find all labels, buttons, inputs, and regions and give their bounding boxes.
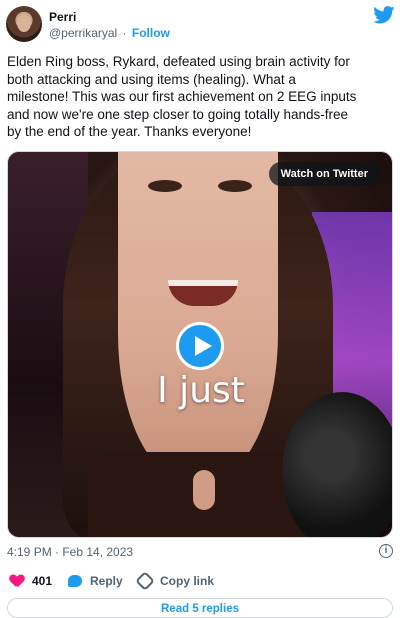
tweet-line: both attacking and using items (healing)… [7, 71, 296, 87]
play-icon [195, 336, 212, 356]
avatar[interactable] [6, 6, 42, 42]
tweet-line: Elden Ring boss, Rykard, defeated using … [7, 54, 350, 69]
tweet-line: milestone! This was our first achievemen… [7, 89, 357, 104]
watch-on-twitter-button[interactable]: Watch on Twitter [268, 162, 380, 186]
link-icon [135, 571, 155, 591]
play-button[interactable] [176, 322, 224, 370]
tweet-line: by the end of the year. Thanks everyone! [7, 124, 252, 139]
copy-link-label: Copy link [160, 574, 215, 588]
read-replies-button[interactable]: Read 5 replies [7, 598, 393, 618]
avatar-face [17, 14, 31, 32]
heart-icon [10, 575, 24, 588]
info-icon[interactable]: i [379, 544, 393, 558]
tweet-embed-card: Perri @perrikaryal · Follow Elden Ring b… [0, 0, 405, 618]
follow-button[interactable]: Follow [132, 26, 170, 40]
video-keyhole-neckline [193, 470, 215, 510]
author-name[interactable]: Perri [49, 10, 76, 24]
separator-dot: · [122, 26, 127, 40]
like-button[interactable]: 401 [10, 574, 52, 588]
author-handle-row: @perrikaryal · Follow [49, 26, 170, 40]
twitter-bird-icon[interactable] [373, 6, 395, 24]
tweet-line: and now we're one step closer to going t… [7, 106, 349, 122]
reply-label: Reply [90, 574, 123, 588]
tweet-text: Elden Ring boss, Rykard, defeated using … [7, 53, 399, 141]
video-caption: I just [157, 370, 245, 411]
tweet-header: Perri @perrikaryal · Follow [6, 6, 399, 42]
video-eye-right [218, 180, 252, 192]
copy-link-button[interactable]: Copy link [135, 571, 215, 591]
reply-button[interactable]: Reply [68, 574, 123, 588]
like-count: 401 [32, 574, 53, 588]
tweet-actions: 401 Reply Copy link [7, 571, 393, 592]
tweet-meta: 4:19 PM · Feb 14, 2023 i [7, 544, 393, 560]
video-eye-left [148, 180, 182, 192]
video-face [118, 152, 278, 482]
author-handle[interactable]: @perrikaryal [49, 26, 117, 40]
video-player[interactable]: Watch on Twitter I just [7, 151, 393, 538]
timestamp-link[interactable]: 4:19 PM · Feb 14, 2023 [7, 545, 133, 559]
reply-bubble-icon [68, 575, 82, 587]
